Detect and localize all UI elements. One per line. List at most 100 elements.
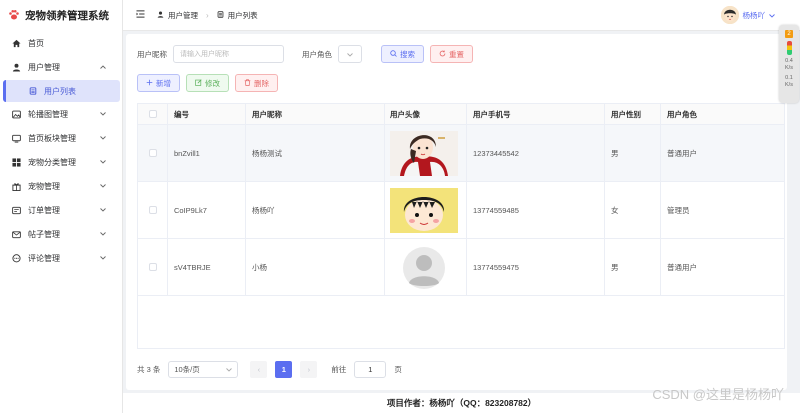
add-button[interactable]: 新增 bbox=[137, 74, 180, 92]
sidebar-item-carousel[interactable]: 轮播图管理 bbox=[0, 102, 122, 126]
action-toolbar: 新增 修改 删除 bbox=[137, 74, 278, 92]
sidebar-item-home-board[interactable]: 首页板块管理 bbox=[0, 126, 122, 150]
user-menu[interactable]: 杨杨吖 bbox=[720, 6, 776, 24]
user-icon bbox=[157, 11, 164, 20]
row-checkbox[interactable] bbox=[148, 206, 157, 214]
mail-icon bbox=[12, 230, 21, 239]
watermark: CSDN @这里是杨杨吖 bbox=[652, 387, 784, 402]
row-checkbox[interactable] bbox=[148, 149, 157, 157]
sidebar-item-order[interactable]: 订单管理 bbox=[0, 198, 122, 222]
page-size-select[interactable]: 10条/页 bbox=[168, 361, 239, 378]
search-icon bbox=[390, 49, 397, 59]
chevron-down-icon bbox=[98, 181, 108, 191]
table-row[interactable]: sV4TBRJE 小杨 13774559475 男 普通用户 bbox=[138, 239, 784, 296]
sidebar: 宠物领养管理系统 首页 用户管理 用户列表 轮播图管理 首页板块管理 宠物分类管… bbox=[0, 0, 123, 413]
image-icon bbox=[12, 110, 21, 119]
column-header: 用户头像 bbox=[385, 104, 467, 124]
select-all-checkbox[interactable] bbox=[148, 110, 157, 118]
goto-label: 前往 bbox=[331, 365, 347, 374]
goto-page-input[interactable]: 1 bbox=[354, 361, 387, 378]
user-avatar-image bbox=[390, 130, 458, 176]
paw-logo-icon bbox=[8, 9, 20, 23]
sidebar-item-home[interactable]: 首页 bbox=[0, 31, 122, 55]
gift-icon bbox=[12, 182, 21, 191]
search-button[interactable]: 搜索 bbox=[381, 45, 424, 63]
column-header: 用户昵称 bbox=[246, 104, 385, 124]
plus-icon bbox=[146, 79, 153, 88]
brand: 宠物领养管理系统 bbox=[0, 0, 122, 31]
select-all-cell bbox=[138, 104, 168, 124]
list-icon bbox=[28, 87, 37, 96]
chevron-right-icon: › bbox=[307, 365, 311, 374]
column-header: 用户角色 bbox=[667, 109, 697, 119]
sidebar-item-posts[interactable]: 帖子管理 bbox=[0, 222, 122, 246]
chevron-down-icon bbox=[98, 229, 108, 239]
next-page-button[interactable]: › bbox=[300, 361, 318, 378]
table-row[interactable]: bnZvill1 杨杨测试 12373445542 男 普通用户 bbox=[138, 125, 784, 182]
username: 杨杨吖 bbox=[742, 10, 766, 20]
download-speed: 0.1 K/s bbox=[785, 75, 793, 88]
user-table: 编号 用户昵称 用户头像 用户手机号 用户性别 用户角色 bnZvill1 杨杨… bbox=[137, 103, 785, 349]
collapse-menu-icon[interactable] bbox=[136, 10, 145, 20]
cell-phone: 13774559485 bbox=[467, 182, 605, 238]
chevron-up-icon bbox=[98, 62, 108, 72]
column-header: 编号 bbox=[168, 104, 246, 124]
sidebar-item-user-management[interactable]: 用户管理 bbox=[0, 55, 122, 79]
cell-gender: 女 bbox=[605, 182, 661, 238]
cell-id: CoIP9Lk7 bbox=[168, 182, 246, 238]
top-header: 用户管理 › 用户列表 杨杨吖 bbox=[123, 0, 800, 31]
page-number-current[interactable]: 1 bbox=[275, 361, 293, 378]
widget-badge: 2 bbox=[785, 30, 793, 38]
trash-icon bbox=[244, 78, 251, 88]
breadcrumb-user-list: 用户列表 bbox=[227, 10, 258, 20]
chevron-down-icon bbox=[98, 109, 108, 119]
search-form: 用户昵称 请输入用户昵称 用户角色 搜索 重置 bbox=[137, 45, 473, 63]
comment-icon bbox=[12, 253, 21, 263]
chevron-down-icon bbox=[98, 133, 108, 143]
nickname-input[interactable]: 请输入用户昵称 bbox=[173, 45, 284, 63]
chevron-down-icon bbox=[98, 253, 108, 263]
cell-phone: 12373445542 bbox=[467, 125, 605, 181]
cell-nickname: 杨杨吖 bbox=[246, 182, 385, 238]
cell-gender: 男 bbox=[605, 125, 661, 181]
column-header: 用户手机号 bbox=[467, 104, 605, 124]
prev-page-button[interactable]: ‹ bbox=[250, 361, 268, 378]
cell-gender: 男 bbox=[605, 239, 661, 295]
column-header: 用户性别 bbox=[605, 104, 661, 124]
cell-role: 普通用户 bbox=[667, 262, 697, 272]
avatar bbox=[720, 6, 739, 24]
cell-role: 普通用户 bbox=[667, 148, 697, 158]
reset-button[interactable]: 重置 bbox=[430, 45, 473, 63]
sidebar-item-pet-management[interactable]: 宠物管理 bbox=[0, 174, 122, 198]
role-select[interactable] bbox=[338, 45, 362, 63]
user-avatar-image bbox=[390, 244, 458, 290]
sidebar-item-comments[interactable]: 评论管理 bbox=[0, 246, 122, 270]
breadcrumb-user-management[interactable]: 用户管理 bbox=[168, 10, 198, 21]
breadcrumb: 用户管理 › 用户列表 bbox=[157, 10, 258, 21]
row-checkbox[interactable] bbox=[148, 263, 157, 271]
cell-id: bnZvill1 bbox=[168, 125, 246, 181]
chevron-down-icon bbox=[226, 365, 233, 374]
traffic-light-icon bbox=[786, 41, 792, 55]
cell-nickname: 杨杨测试 bbox=[246, 125, 385, 181]
cell-nickname: 小杨 bbox=[246, 239, 385, 295]
speed-widget[interactable]: 2 0.4 K/s 0.1 K/s bbox=[779, 25, 799, 103]
sidebar-item-user-list[interactable]: 用户列表 bbox=[3, 80, 120, 102]
role-label: 用户角色 bbox=[302, 49, 332, 59]
chevron-down-icon bbox=[347, 50, 353, 59]
chevron-down-icon bbox=[98, 157, 108, 167]
table-row[interactable]: CoIP9Lk7 杨杨吖 13774559485 女 管理员 bbox=[138, 182, 784, 239]
board-icon bbox=[12, 134, 21, 143]
user-avatar-image bbox=[390, 187, 458, 233]
delete-button[interactable]: 删除 bbox=[235, 74, 278, 92]
sidebar-item-pet-category[interactable]: 宠物分类管理 bbox=[0, 150, 122, 174]
chevron-down-icon bbox=[769, 11, 775, 20]
grid-icon bbox=[12, 157, 21, 167]
breadcrumb-separator: › bbox=[206, 10, 209, 20]
total-count: 共 3 条 bbox=[137, 365, 161, 374]
list-icon bbox=[217, 10, 224, 20]
edit-button[interactable]: 修改 bbox=[186, 74, 229, 92]
upload-speed: 0.4 K/s bbox=[785, 58, 793, 71]
chevron-left-icon: ‹ bbox=[257, 365, 261, 374]
app-title: 宠物领养管理系统 bbox=[25, 10, 109, 22]
